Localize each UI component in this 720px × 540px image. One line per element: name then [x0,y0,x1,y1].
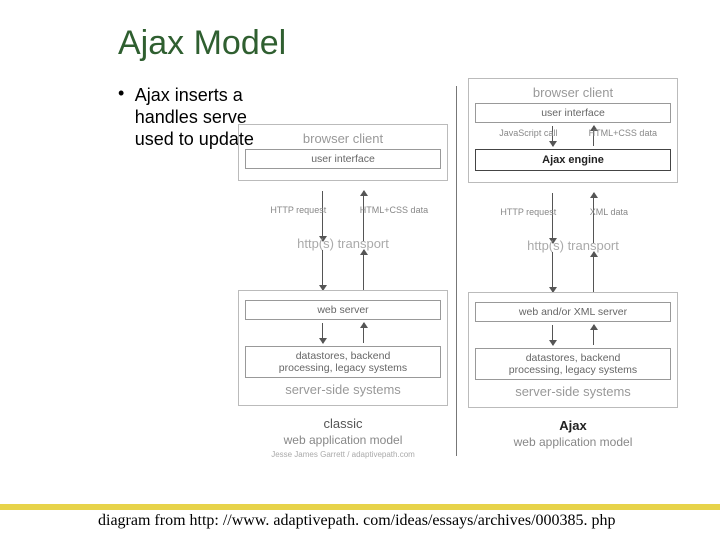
ajax-backend-box: datastores, backend processing, legacy s… [475,348,671,380]
ajax-inner-resp-label: HTML+CSS data [589,128,657,138]
arrow-up-icon [363,250,364,290]
ajax-server-box: web and/or XML server datastores, backen… [468,292,678,408]
arrow-up-icon [363,323,364,343]
slide: Ajax Model • Ajax inserts a handles serv… [0,0,720,540]
ajax-model-title: Ajax web application model [468,418,678,450]
classic-model-sub: web application model [238,432,448,448]
arrow-down-icon [552,252,553,292]
ajax-webserver-box: web and/or XML server [475,302,671,322]
arrow-up-icon [363,191,364,241]
diagram-credit: diagram from http: //www. adaptivepath. … [98,512,616,530]
classic-model-name: classic [323,416,362,431]
classic-ui-box: user interface [245,149,441,169]
ajax-model-sub: web application model [468,434,678,450]
ajax-ui-box: user interface [475,103,671,123]
arrow-up-icon [593,325,594,345]
ajax-server-arrows [475,325,671,345]
classic-browser-box: browser client user interface [238,124,448,181]
ajax-top-arrows: HTTP request XML data [468,193,678,243]
classic-server-arrows [245,323,441,343]
ajax-transport-label: http(s) transport [468,238,678,253]
ajax-browser-label: browser client [475,85,671,100]
classic-tiny-credit: Jesse James Garrett / adaptivepath.com [238,450,448,459]
classic-browser-label: browser client [245,131,441,146]
ajax-engine-box: Ajax engine [475,149,671,171]
classic-transport-label: http(s) transport [238,236,448,251]
arrow-down-icon [322,191,323,241]
ajax-req-label: HTTP request [500,207,556,217]
bullet-dot-icon: • [118,84,124,102]
classic-top-arrows: HTTP request HTML+CSS data [238,191,448,241]
accent-bar [0,504,720,510]
ajax-inner-req-label: JavaScript call [499,128,557,138]
classic-backend-box: datastores, backend processing, legacy s… [245,346,441,378]
classic-serverside-label: server-side systems [245,382,441,397]
ajax-serverside-label: server-side systems [475,384,671,399]
ajax-bottom-arrows [468,252,678,292]
classic-bottom-arrows [238,250,448,290]
classic-column: browser client user interface HTTP reque… [238,78,448,459]
classic-model-title: classic web application model [238,416,448,448]
classic-req-label: HTTP request [270,205,326,215]
arrow-down-icon [552,325,553,345]
arrow-down-icon [322,250,323,290]
ajax-column: browser client user interface JavaScript… [468,78,678,450]
classic-webserver-box: web server [245,300,441,320]
ajax-model-name: Ajax [559,418,586,433]
slide-title: Ajax Model [118,24,286,63]
diagram: browser client user interface HTTP reque… [238,78,693,498]
arrow-up-icon [593,252,594,292]
arrow-down-icon [322,323,323,343]
ajax-resp-label: XML data [590,207,628,217]
ajax-browser-box: browser client user interface JavaScript… [468,78,678,183]
column-divider [456,86,457,456]
arrow-down-icon [552,193,553,243]
arrow-up-icon [593,193,594,243]
ajax-inner-arrows: JavaScript call HTML+CSS data [475,126,671,146]
classic-resp-label: HTML+CSS data [360,205,428,215]
classic-server-box: web server datastores, backend processin… [238,290,448,406]
